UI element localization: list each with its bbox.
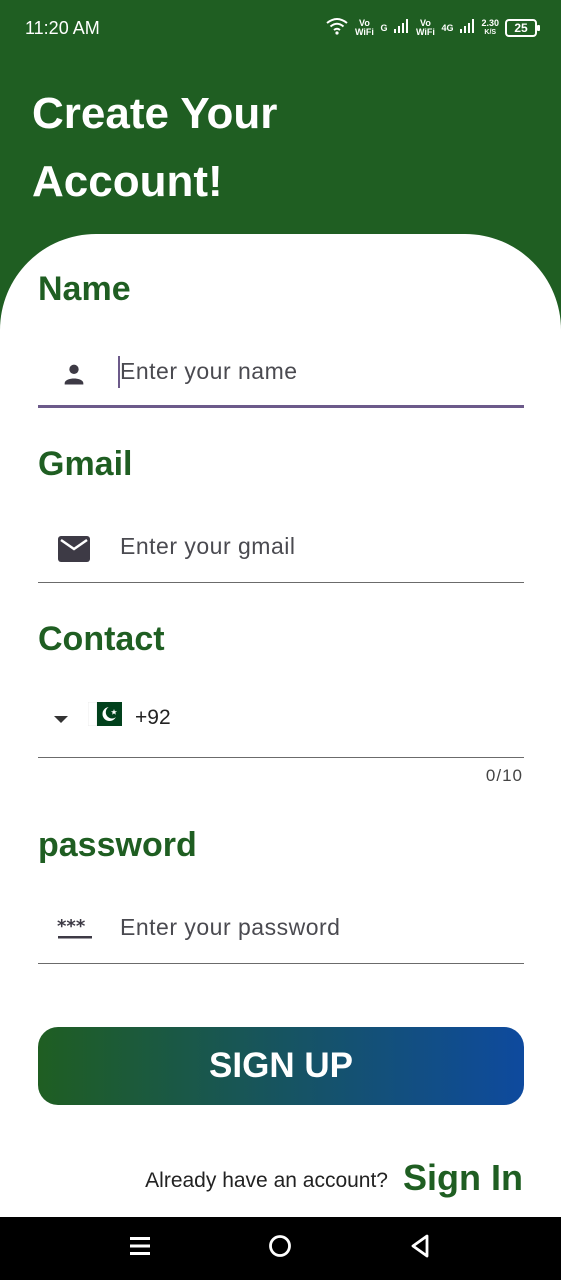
network-speed-unit: K/S [484, 29, 497, 36]
wifi-icon [326, 17, 349, 40]
already-have-account-text: Already have an account? [145, 1169, 388, 1192]
country-code[interactable]: +92 [135, 706, 171, 730]
network-speed: 2.30 K/S [481, 19, 499, 37]
gmail-field[interactable]: Enter your gmail [38, 513, 524, 583]
password-label: password [38, 826, 197, 864]
gmail-input[interactable]: Enter your gmail [120, 533, 295, 560]
chevron-down-icon[interactable] [54, 716, 68, 723]
signin-prompt-row: Already have an account? Sign In [0, 1155, 561, 1205]
name-label: Name [38, 270, 131, 308]
recent-apps-button[interactable] [100, 1217, 180, 1280]
svg-text:***: *** [57, 916, 86, 937]
person-icon [58, 358, 90, 390]
signal-icon-1 [393, 18, 409, 39]
network-type-2: 4G [441, 22, 454, 33]
menu-icon [128, 1235, 152, 1262]
status-time: 11:20 AM [25, 18, 100, 38]
network-type-1: G [380, 22, 388, 33]
contact-char-counter: 0/10 [485, 766, 523, 785]
back-triangle-icon [408, 1233, 432, 1264]
name-input[interactable]: Enter your name [120, 358, 298, 385]
status-bar: 11:20 AM Vo WiFi G Vo WiFi 4G 2.30 K/S 2… [0, 0, 561, 56]
back-button[interactable] [380, 1217, 460, 1280]
vo-wifi-label-1: Vo WiFi [354, 18, 374, 37]
signup-button[interactable]: SIGN UP [38, 1027, 524, 1105]
contact-label: Contact [38, 620, 165, 658]
network-speed-value: 2.30 [481, 18, 499, 28]
pakistan-flag-icon[interactable] [88, 702, 122, 726]
password-field[interactable]: *** Enter your password [38, 894, 524, 964]
mail-icon [58, 533, 90, 565]
signin-link[interactable]: Sign In [403, 1157, 523, 1199]
status-icons: Vo WiFi G Vo WiFi 4G 2.30 K/S 25 [326, 16, 540, 40]
contact-field[interactable]: +92 [38, 688, 524, 758]
battery-icon: 25 [505, 19, 540, 37]
gmail-label: Gmail [38, 445, 133, 483]
page-title: Create Your Account! [32, 89, 278, 206]
home-button[interactable] [240, 1217, 320, 1280]
password-input[interactable]: Enter your password [120, 914, 340, 941]
home-circle-icon [267, 1233, 293, 1264]
signal-icon-2 [459, 18, 475, 39]
vo-wifi-label-2: Vo WiFi [415, 18, 435, 37]
name-field[interactable]: Enter your name [38, 338, 524, 408]
password-icon: *** [56, 912, 94, 944]
system-nav-bar [0, 1217, 561, 1280]
